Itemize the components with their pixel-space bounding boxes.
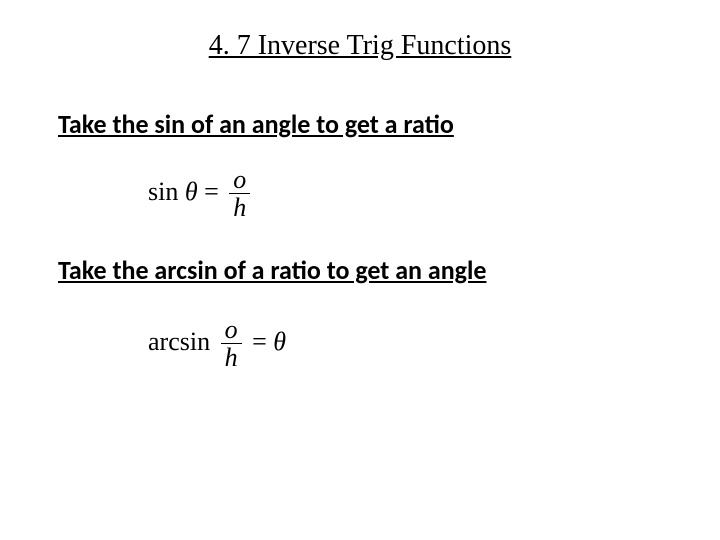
equation-arcsin: arcsin o h = θ [148,316,286,372]
denom-h: h [229,194,250,221]
equals: = [204,177,219,206]
fraction-oh: o h [229,166,250,222]
fn-arcsin: arcsin [148,327,210,356]
fraction-oh-2: o h [221,316,242,372]
equation-sin: sin θ = o h [148,166,254,222]
slide-title: 4. 7 Inverse Trig Functions [0,30,720,62]
theta: θ [185,177,198,206]
statement-arcsin: Take the arcsin of a ratio to get an ang… [58,254,486,286]
numer-o: o [229,166,250,194]
statement-sin: Take the sin of an angle to get a ratio [58,108,454,140]
equals-2: = [252,327,267,356]
theta-2: θ [273,327,286,356]
fn-sin: sin [148,177,178,206]
slide: 4. 7 Inverse Trig Functions Take the sin… [0,0,720,540]
denom-h-2: h [221,344,242,371]
numer-o-2: o [221,316,242,344]
